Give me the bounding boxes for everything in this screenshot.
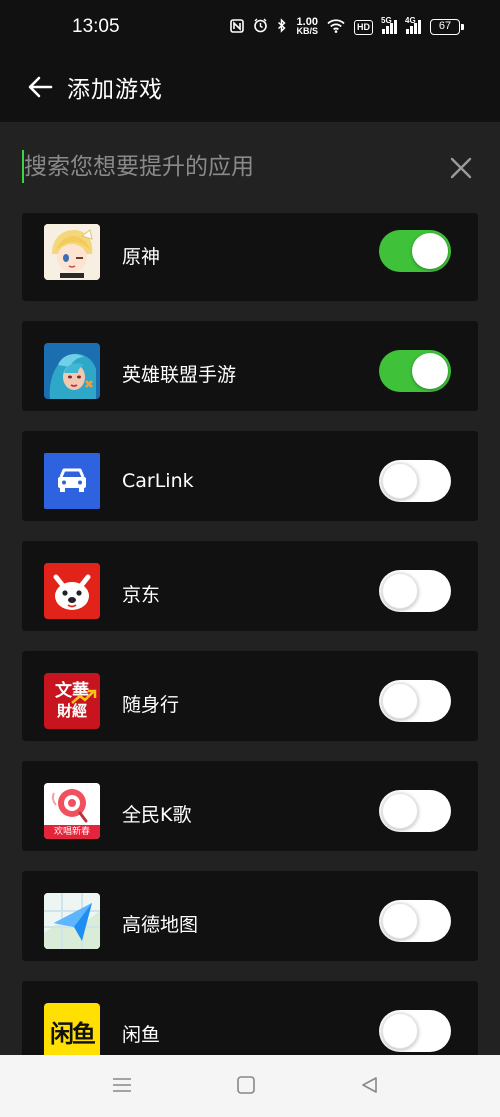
- wifi-icon: [327, 18, 345, 36]
- app-toggle[interactable]: [379, 230, 451, 272]
- toggle-knob: [412, 353, 448, 389]
- app-row-carlink[interactable]: CarLink: [22, 431, 478, 521]
- home-square-icon[interactable]: [236, 1075, 256, 1099]
- net-speed: 1.00 KB/S: [296, 17, 318, 36]
- search-input[interactable]: [24, 148, 424, 186]
- toggle-knob: [382, 793, 418, 829]
- page-title: 添加游戏: [67, 77, 163, 103]
- hd-icon: HD: [354, 19, 373, 35]
- app-list: 原神 英雄联盟手游 CarLink 京东 文華 財經 随身行 欢唱新春 全民K歌…: [22, 213, 478, 1056]
- app-toggle[interactable]: [379, 680, 451, 722]
- app-toggle[interactable]: [379, 900, 451, 942]
- toggle-knob: [382, 1013, 418, 1049]
- app-row-xianyu[interactable]: 闲鱼 闲鱼: [22, 981, 478, 1056]
- signal-4g-icon: 4G: [405, 16, 421, 34]
- status-icons: 1.00 KB/S HD 5G 4G 67: [230, 16, 464, 36]
- net-speed-unit: KB/S: [296, 26, 318, 36]
- app-row-league-of-legends[interactable]: 英雄联盟手游: [22, 321, 478, 411]
- alarm-icon: [253, 18, 268, 36]
- app-row-genshin[interactable]: 原神: [22, 213, 478, 301]
- app-name: 随身行: [122, 694, 180, 716]
- app-toggle[interactable]: [379, 460, 451, 502]
- system-nav-bar: [0, 1055, 500, 1117]
- search-bar: [0, 132, 500, 202]
- signal-4g-label: 4G: [405, 16, 416, 25]
- app-row-jd[interactable]: 京东: [22, 541, 478, 631]
- close-icon[interactable]: [448, 155, 474, 181]
- app-row-amap[interactable]: 高德地图: [22, 871, 478, 961]
- carlink-icon: [44, 453, 100, 509]
- genshin-icon: [44, 224, 100, 280]
- status-time: 13:05: [72, 16, 120, 37]
- app-row-kge[interactable]: 欢唱新春 全民K歌: [22, 761, 478, 851]
- toggle-knob: [382, 683, 418, 719]
- toggle-knob: [382, 903, 418, 939]
- app-header: 添加游戏: [0, 58, 500, 122]
- app-toggle[interactable]: [379, 350, 451, 392]
- xianyu-icon: 闲鱼: [44, 1003, 100, 1056]
- signal-5g-label: 5G: [381, 16, 392, 25]
- nfc-icon: [230, 18, 245, 36]
- app-name: 闲鱼: [122, 1024, 161, 1046]
- bluetooth-icon: [277, 18, 287, 36]
- app-name: 京东: [122, 584, 161, 606]
- app-name: 原神: [122, 246, 161, 268]
- app-name: 英雄联盟手游: [122, 364, 237, 386]
- jd-icon: [44, 563, 100, 619]
- back-triangle-icon[interactable]: [360, 1075, 380, 1099]
- app-name: 全民K歌: [122, 804, 192, 826]
- toggle-knob: [412, 233, 448, 269]
- trend-arrow-icon: [71, 689, 97, 704]
- kge-banner: 欢唱新春: [44, 825, 100, 839]
- app-name: CarLink: [122, 470, 194, 492]
- suishenxing-icon: 文華 財經: [44, 673, 100, 729]
- app-toggle[interactable]: [379, 790, 451, 832]
- battery-icon: 67: [430, 19, 464, 35]
- toggle-knob: [382, 573, 418, 609]
- amap-icon: [44, 893, 100, 949]
- app-row-suishenxing[interactable]: 文華 財經 随身行: [22, 651, 478, 741]
- app-toggle[interactable]: [379, 570, 451, 612]
- arrow-left-icon[interactable]: [24, 70, 58, 104]
- league-of-legends-icon: [44, 343, 100, 399]
- app-name: 高德地图: [122, 914, 199, 936]
- toggle-knob: [382, 463, 418, 499]
- app-toggle[interactable]: [379, 1010, 451, 1052]
- status-bar: 13:05 1.00 KB/S HD 5G 4G 67: [0, 0, 500, 58]
- kge-icon: 欢唱新春: [44, 783, 100, 839]
- menu-icon[interactable]: [112, 1075, 132, 1099]
- xianyu-icon-text: 闲鱼: [50, 1019, 96, 1048]
- kge-logo-icon: [44, 783, 100, 825]
- signal-5g-icon: 5G: [381, 16, 397, 34]
